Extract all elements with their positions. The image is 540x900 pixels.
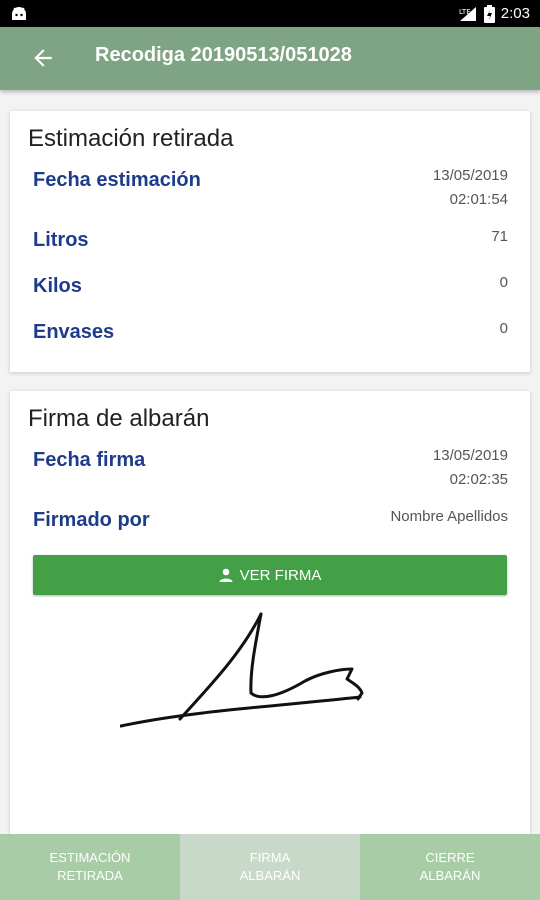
estimacion-card: Estimación retirada Fecha estimación 13/… (10, 111, 530, 372)
status-time: 2:03 (500, 5, 530, 22)
kilos-value: 0 (499, 274, 508, 291)
fecha-firma-label: Fecha firma (33, 449, 146, 471)
battery-icon (483, 4, 495, 23)
tab-firma-albaran[interactable]: FIRMA ALBARÁN (180, 834, 360, 900)
bottom-navigation: ESTIMACIÓN RETIRADA FIRMA ALBARÁN CIERRE… (0, 834, 540, 900)
status-bar: LTE 2:03 (0, 0, 540, 27)
firma-card: Firma de albarán Fecha firma 13/05/2019 … (10, 391, 530, 834)
firma-title: Firma de albarán (28, 405, 210, 432)
fecha-estimacion-date: 13/05/2019 (432, 167, 508, 184)
page-title: Recodiga 20190513/051028 (95, 44, 352, 66)
fecha-firma-date: 13/05/2019 (432, 447, 508, 464)
ver-firma-button[interactable]: VER FIRMA (33, 555, 507, 595)
ver-firma-label: VER FIRMA (239, 566, 322, 584)
signature-image (120, 612, 364, 728)
litros-label: Litros (33, 229, 89, 251)
firmado-por-value: Nombre Apellidos (390, 508, 508, 525)
tab-cierre-albaran[interactable]: CIERRE ALBARÁN (360, 834, 540, 900)
firmado-por-label: Firmado por (33, 509, 150, 531)
svg-text:LTE: LTE (459, 8, 471, 16)
fecha-firma-time: 02:02:35 (449, 471, 508, 488)
fecha-estimacion-value: 13/05/2019 02:01:54 (433, 164, 508, 212)
estimacion-title: Estimación retirada (28, 125, 234, 152)
fecha-estimacion-time: 02:01:54 (449, 191, 508, 208)
back-arrow-icon[interactable] (30, 45, 56, 71)
signal-icon: LTE (459, 6, 476, 21)
android-icon (12, 7, 26, 20)
fecha-estimacion-label: Fecha estimación (33, 169, 201, 191)
tab-estimacion-retirada[interactable]: ESTIMACIÓN RETIRADA (0, 834, 180, 900)
envases-value: 0 (499, 320, 508, 337)
fecha-firma-value: 13/05/2019 02:02:35 (433, 444, 508, 492)
app-bar: Recodiga 20190513/051028 (0, 27, 540, 90)
litros-value: 71 (491, 228, 508, 245)
envases-label: Envases (33, 321, 115, 343)
kilos-label: Kilos (33, 275, 82, 297)
person-icon (219, 568, 233, 582)
